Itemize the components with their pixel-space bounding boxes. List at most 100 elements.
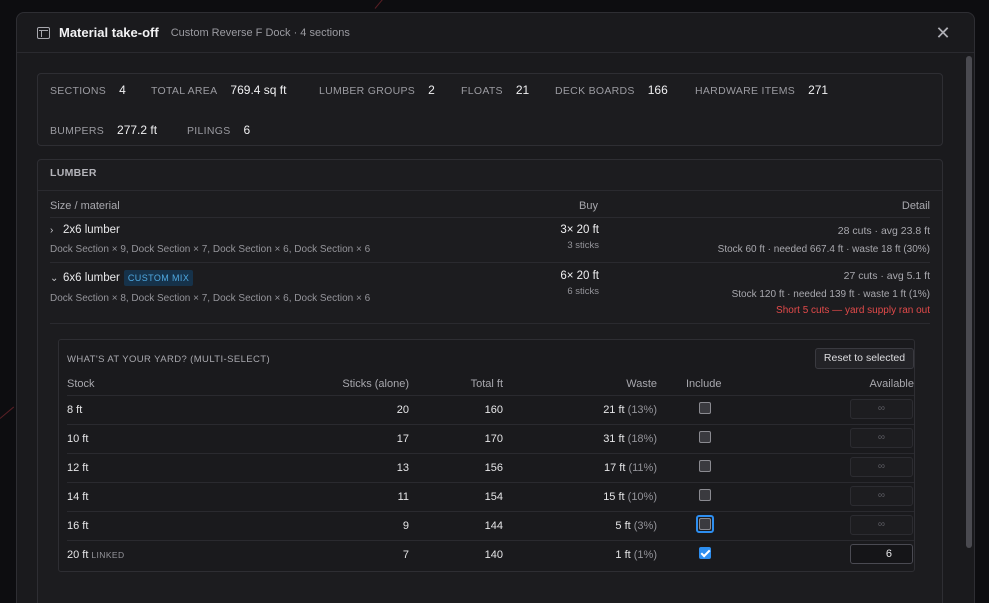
lumber-row-2x6[interactable]: › 2x6 lumber xyxy=(50,224,120,236)
yard-title: WHAT'S AT YOUR YARD? (MULTI-SELECT) xyxy=(67,354,271,365)
divider xyxy=(67,511,914,512)
stat-value: 271 xyxy=(808,83,829,97)
total-ft: 156 xyxy=(484,462,503,474)
stat-deck-boards: DECK BOARDS 166 xyxy=(555,83,668,97)
custom-mix-badge: CUSTOM MIX xyxy=(123,270,194,286)
stat-sections: SECTIONS 4 xyxy=(50,83,126,97)
chevron-right-icon[interactable]: › xyxy=(50,225,59,236)
include-checkbox[interactable] xyxy=(699,431,711,443)
close-icon[interactable]: ✕ xyxy=(932,22,954,44)
stock-length: 8 ft xyxy=(67,404,82,416)
waste-value: 5 ft (3%) xyxy=(507,520,657,532)
col-include-header: Include xyxy=(686,378,722,390)
stat-value: 769.4 sq ft xyxy=(230,83,287,97)
detail-stock: Stock 60 ft · needed 667.4 ft · waste 18… xyxy=(717,244,930,255)
stat-value: 21 xyxy=(515,83,530,97)
linked-tag: LINKED xyxy=(91,550,125,560)
modal-subtitle: Custom Reverse F Dock · 4 sections xyxy=(170,26,350,39)
stat-hardware-items: HARDWARE ITEMS 271 xyxy=(695,83,828,97)
total-ft: 160 xyxy=(484,404,503,416)
stat-value: 166 xyxy=(647,83,668,97)
col-total-header: Total ft xyxy=(470,378,503,390)
divider xyxy=(38,190,942,191)
divider xyxy=(50,262,930,263)
include-checkbox[interactable] xyxy=(699,402,711,414)
waste-amount: 5 ft xyxy=(615,520,631,532)
stat-label: FLOATS xyxy=(461,85,503,97)
waste-amount: 15 ft xyxy=(603,491,625,503)
summary-panel: SECTIONS 4 TOTAL AREA 769.4 sq ft LUMBER… xyxy=(37,73,943,146)
background-decoration xyxy=(0,406,15,419)
available-input[interactable]: ∞ xyxy=(850,428,913,448)
waste-percent: (10%) xyxy=(627,491,657,503)
col-waste-header: Waste xyxy=(626,378,657,390)
col-size-header: Size / material xyxy=(50,200,120,212)
stat-pilings: PILINGS 6 xyxy=(187,123,250,137)
available-input[interactable]: ∞ xyxy=(850,486,913,506)
divider xyxy=(67,453,914,454)
col-available-header: Available xyxy=(869,378,914,390)
waste-percent: (1%) xyxy=(633,549,657,561)
waste-value: 17 ft (11%) xyxy=(507,462,657,474)
detail-cuts: 27 cuts · avg 5.1 ft xyxy=(843,270,930,282)
waste-percent: (11%) xyxy=(628,462,657,474)
sticks-count: 9 xyxy=(402,520,409,532)
stock-length: 10 ft xyxy=(67,433,88,445)
stat-label: PILINGS xyxy=(187,125,231,137)
include-checkbox[interactable] xyxy=(699,547,711,559)
waste-value: 31 ft (18%) xyxy=(507,433,657,445)
stat-value: 6 xyxy=(243,123,251,137)
total-ft: 154 xyxy=(484,491,503,503)
sticks-count: 11 xyxy=(397,491,409,503)
chevron-down-icon[interactable]: ⌄ xyxy=(50,273,59,284)
stat-label: SECTIONS xyxy=(50,85,107,97)
modal-header: Material take-off Custom Reverse F Dock … xyxy=(17,13,974,53)
stock-value: 20 ft xyxy=(67,549,89,561)
available-input[interactable]: 6 xyxy=(850,544,913,564)
divider xyxy=(50,323,930,324)
stock-value: 8 ft xyxy=(67,404,83,416)
sticks-count: 13 xyxy=(396,462,409,474)
include-checkbox[interactable] xyxy=(699,518,711,530)
scrollbar[interactable] xyxy=(966,56,972,548)
include-checkbox[interactable] xyxy=(699,489,711,501)
stock-value: 14 ft xyxy=(67,491,89,503)
yard-panel: WHAT'S AT YOUR YARD? (MULTI-SELECT) Rese… xyxy=(58,339,915,572)
available-input[interactable]: ∞ xyxy=(850,515,913,535)
waste-value: 15 ft (10%) xyxy=(507,491,657,503)
sticks-count: 17 xyxy=(396,433,409,445)
stat-label: BUMPERS xyxy=(50,125,105,137)
include-checkbox[interactable] xyxy=(699,460,711,472)
waste-percent: (3%) xyxy=(633,520,657,532)
waste-percent: (13%) xyxy=(627,404,657,416)
stat-value: 2 xyxy=(428,83,435,97)
divider xyxy=(67,424,914,425)
sticks-count: 7 xyxy=(402,549,409,561)
stock-length: 20 ft LINKED xyxy=(67,549,125,561)
waste-value: 1 ft (1%) xyxy=(507,549,657,561)
stat-label: DECK BOARDS xyxy=(555,85,635,97)
stat-floats: FLOATS 21 xyxy=(461,83,529,97)
stat-label: TOTAL AREA xyxy=(151,85,218,97)
waste-percent: (18%) xyxy=(627,433,657,445)
lumber-name: 6x6 lumber xyxy=(63,272,120,284)
stock-value: 10 ft xyxy=(67,433,89,445)
stock-length: 16 ft xyxy=(67,520,88,532)
stock-length: 12 ft xyxy=(67,462,88,474)
waste-amount: 21 ft xyxy=(603,404,625,416)
stat-total-area: TOTAL AREA 769.4 sq ft xyxy=(151,83,286,97)
available-input[interactable]: ∞ xyxy=(850,457,913,477)
waste-amount: 1 ft xyxy=(615,549,631,561)
reset-to-selected-button[interactable]: Reset to selected xyxy=(815,348,914,369)
lumber-row-6x6[interactable]: ⌄ 6x6 lumber CUSTOM MIX xyxy=(50,270,194,286)
waste-amount: 17 ft xyxy=(604,462,626,474)
available-input[interactable]: ∞ xyxy=(850,399,913,419)
table-icon xyxy=(37,26,50,39)
stat-value: 277.2 ft xyxy=(117,123,158,137)
shortage-warning: Short 5 cuts — yard supply ran out xyxy=(776,305,930,316)
total-ft: 144 xyxy=(484,520,503,532)
total-ft: 170 xyxy=(484,433,503,445)
stat-bumpers: BUMPERS 277.2 ft xyxy=(50,123,157,137)
col-detail-header: Detail xyxy=(901,200,930,212)
waste-value: 21 ft (13%) xyxy=(507,404,657,416)
